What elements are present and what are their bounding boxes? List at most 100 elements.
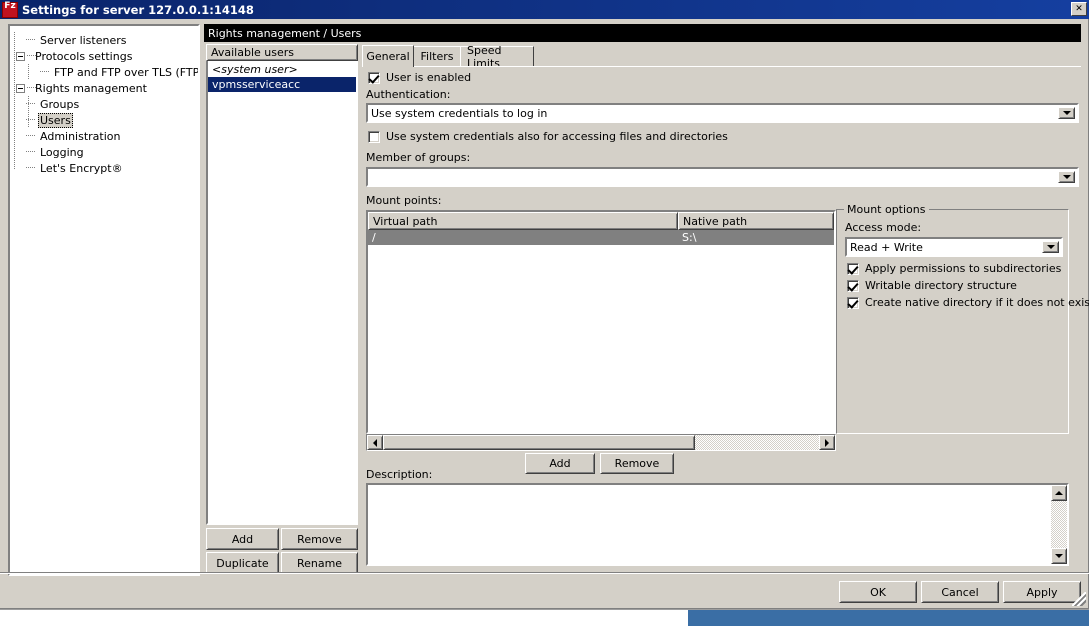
tree-guide-line bbox=[28, 96, 29, 128]
sidebar-item-users[interactable]: Users bbox=[16, 112, 198, 128]
sidebar-item-label: Logging bbox=[40, 145, 84, 159]
sidebar-item-protocols-settings[interactable]: Protocols settings bbox=[16, 48, 198, 64]
content-breadcrumb-header: Rights management / Users bbox=[204, 24, 1081, 42]
general-tab-pane: General Filters Speed Limits User is enabl… bbox=[362, 44, 1089, 570]
table-row[interactable]: / S:\ bbox=[368, 230, 834, 245]
hscroll-track[interactable] bbox=[383, 435, 819, 450]
tree-connector-icon bbox=[26, 128, 38, 144]
mount-option-row[interactable]: Create native directory if it does not e… bbox=[847, 296, 1089, 309]
sidebar-item-logging[interactable]: Logging bbox=[16, 144, 198, 160]
sidebar-item-administration[interactable]: Administration bbox=[16, 128, 198, 144]
mount-option-label: Writable directory structure bbox=[865, 279, 1017, 292]
sidebar-item-ftp-and-ftp-over-tls-ftps[interactable]: FTP and FTP over TLS (FTPS) bbox=[16, 64, 198, 80]
sidebar-item-rights-management[interactable]: Rights management bbox=[16, 80, 198, 96]
mount-option-row[interactable]: Writable directory structure bbox=[847, 279, 1089, 292]
mount-options-group: Mount options Access mode: Read + Write … bbox=[836, 203, 1089, 434]
tree-guide-line bbox=[14, 32, 15, 170]
tree-collapse-icon[interactable] bbox=[16, 83, 25, 93]
description-textarea[interactable] bbox=[366, 483, 1069, 566]
description-vscroll-track[interactable] bbox=[1051, 501, 1067, 548]
settings-tree-panel: Server listeners Protocols settings FTP an… bbox=[8, 24, 200, 576]
sidebar-item-label: Server listeners bbox=[40, 33, 127, 47]
mount-option-checkbox[interactable] bbox=[847, 279, 859, 292]
mount-options-checkbox-list: Apply permissions to subdirectories Writa… bbox=[847, 262, 1089, 313]
tab-filters[interactable]: Filters bbox=[413, 46, 461, 66]
sidebar-item-label: FTP and FTP over TLS (FTPS) bbox=[54, 65, 198, 79]
resize-grip[interactable] bbox=[1072, 592, 1086, 606]
taskbar-strip[interactable] bbox=[688, 610, 1089, 626]
chevron-down-icon[interactable] bbox=[1042, 241, 1059, 253]
tree-connector-icon bbox=[27, 48, 36, 64]
tree-collapse-icon[interactable] bbox=[16, 51, 25, 61]
mount-points-body[interactable]: / S:\ bbox=[368, 230, 834, 245]
tab-speed-limits[interactable]: Speed Limits bbox=[460, 44, 534, 70]
mount-option-checkbox[interactable] bbox=[847, 262, 859, 275]
authentication-dropdown[interactable]: Use system credentials to log in bbox=[366, 103, 1079, 123]
mount-points-list[interactable]: Virtual path Native path / S:\ bbox=[366, 210, 836, 434]
desktop-white-area bbox=[0, 610, 688, 626]
mount-option-row[interactable]: Apply permissions to subdirectories bbox=[847, 262, 1089, 275]
column-header[interactable]: Native path bbox=[678, 212, 834, 230]
sidebar-item-let-s-encrypt[interactable]: Let's Encrypt® bbox=[16, 160, 198, 176]
authentication-label: Authentication: bbox=[366, 88, 451, 101]
user-enabled-checkbox-row[interactable]: User is enabled bbox=[368, 71, 471, 84]
sidebar-item-label: Rights management bbox=[35, 81, 147, 95]
available-users-column-header[interactable]: Available users bbox=[206, 44, 358, 61]
user-duplicate-button[interactable]: Duplicate bbox=[206, 552, 279, 574]
tree-guide-line bbox=[28, 64, 29, 80]
tree-connector-icon bbox=[26, 32, 38, 48]
settings-tree[interactable]: Server listeners Protocols settings FTP an… bbox=[10, 26, 198, 574]
hscroll-thumb[interactable] bbox=[383, 435, 695, 450]
tree-connector-icon bbox=[26, 160, 38, 176]
sidebar-item-label: Administration bbox=[40, 129, 121, 143]
mount-option-label: Create native directory if it does not e… bbox=[865, 296, 1089, 309]
use-system-credentials-files-checkbox[interactable] bbox=[368, 130, 380, 143]
use-system-credentials-files-row[interactable]: Use system credentials also for accessin… bbox=[368, 130, 728, 143]
mount-options-title: Mount options bbox=[844, 203, 929, 216]
user-enabled-checkbox[interactable] bbox=[368, 71, 380, 84]
column-header[interactable]: Virtual path bbox=[368, 212, 678, 230]
tab-general[interactable]: General bbox=[362, 45, 414, 67]
virtual-path-cell: / bbox=[372, 231, 376, 244]
member-of-groups-label: Member of groups: bbox=[366, 151, 471, 164]
scroll-down-icon[interactable] bbox=[1051, 548, 1067, 564]
close-icon[interactable]: ✕ bbox=[1071, 2, 1087, 16]
title-bar[interactable]: Settings for server 127.0.0.1:14148 ✕ bbox=[0, 0, 1089, 19]
list-item[interactable]: <system user> bbox=[208, 62, 356, 77]
mount-option-label: Apply permissions to subdirectories bbox=[865, 262, 1062, 275]
mount-add-button[interactable]: Add bbox=[525, 453, 595, 474]
mount-remove-button[interactable]: Remove bbox=[600, 453, 674, 474]
access-mode-dropdown[interactable]: Read + Write bbox=[845, 237, 1063, 257]
tab-body-edge bbox=[362, 66, 1081, 67]
user-enabled-label: User is enabled bbox=[386, 71, 472, 84]
mount-points-hscrollbar[interactable] bbox=[366, 434, 836, 451]
access-mode-value: Read + Write bbox=[850, 240, 923, 254]
sidebar-item-server-listeners[interactable]: Server listeners bbox=[16, 32, 198, 48]
tree-connector-icon bbox=[40, 64, 52, 80]
user-remove-button[interactable]: Remove bbox=[281, 528, 358, 550]
sidebar-item-label: Groups bbox=[40, 97, 80, 111]
available-users-list[interactable]: <system user> vpmsserviceacc bbox=[206, 61, 358, 525]
user-rename-button[interactable]: Rename bbox=[281, 552, 358, 574]
cancel-button[interactable]: Cancel bbox=[921, 581, 999, 603]
description-text[interactable] bbox=[368, 485, 1051, 564]
filezilla-icon bbox=[2, 1, 18, 18]
description-vscrollbar[interactable] bbox=[1051, 485, 1067, 564]
list-item[interactable]: vpmsserviceacc bbox=[208, 77, 356, 92]
sidebar-item-label: Let's Encrypt® bbox=[40, 161, 123, 175]
tree-connector-icon bbox=[27, 80, 36, 96]
settings-dialog: Settings for server 127.0.0.1:14148 ✕ Se… bbox=[0, 0, 1089, 609]
chevron-down-icon[interactable] bbox=[1058, 171, 1075, 183]
tree-connector-icon bbox=[26, 144, 38, 160]
user-add-button[interactable]: Add bbox=[206, 528, 279, 550]
mount-option-checkbox[interactable] bbox=[847, 296, 859, 309]
scroll-right-icon[interactable] bbox=[819, 435, 835, 450]
scroll-left-icon[interactable] bbox=[367, 435, 383, 450]
ok-button[interactable]: OK bbox=[839, 581, 917, 603]
member-of-groups-dropdown[interactable] bbox=[366, 167, 1079, 187]
authentication-value: Use system credentials to log in bbox=[371, 106, 548, 120]
scroll-up-icon[interactable] bbox=[1051, 485, 1067, 501]
chevron-down-icon[interactable] bbox=[1058, 107, 1075, 119]
sidebar-item-groups[interactable]: Groups bbox=[16, 96, 198, 112]
apply-button[interactable]: Apply bbox=[1003, 581, 1081, 603]
